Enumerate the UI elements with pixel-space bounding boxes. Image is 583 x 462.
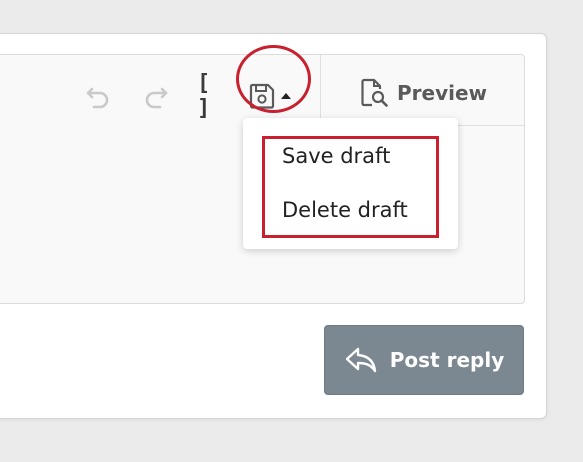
undo-button[interactable] bbox=[81, 79, 115, 113]
redo-button[interactable] bbox=[139, 79, 173, 113]
preview-button[interactable]: Preview bbox=[359, 75, 487, 111]
drafts-dropdown-button[interactable] bbox=[247, 79, 297, 113]
post-reply-button[interactable]: Post reply bbox=[324, 325, 524, 395]
drafts-dropdown-menu: Save draft Delete draft bbox=[243, 118, 458, 249]
reply-icon bbox=[345, 347, 376, 373]
preview-icon bbox=[361, 78, 388, 107]
menu-item-delete-draft[interactable]: Delete draft bbox=[282, 198, 408, 222]
bbcode-icon: [ ] bbox=[197, 71, 210, 121]
preview-label: Preview bbox=[397, 81, 488, 105]
bbcode-toggle-button[interactable]: [ ] bbox=[197, 71, 231, 121]
redo-icon bbox=[145, 87, 168, 109]
save-icon bbox=[249, 83, 275, 109]
post-reply-label: Post reply bbox=[389, 348, 505, 372]
caret-up-icon bbox=[281, 93, 291, 99]
editor-toolbar: [ ] Preview bbox=[0, 55, 524, 125]
menu-item-save-draft[interactable]: Save draft bbox=[282, 144, 390, 168]
undo-icon bbox=[86, 87, 109, 109]
toolbar-divider bbox=[320, 55, 321, 125]
